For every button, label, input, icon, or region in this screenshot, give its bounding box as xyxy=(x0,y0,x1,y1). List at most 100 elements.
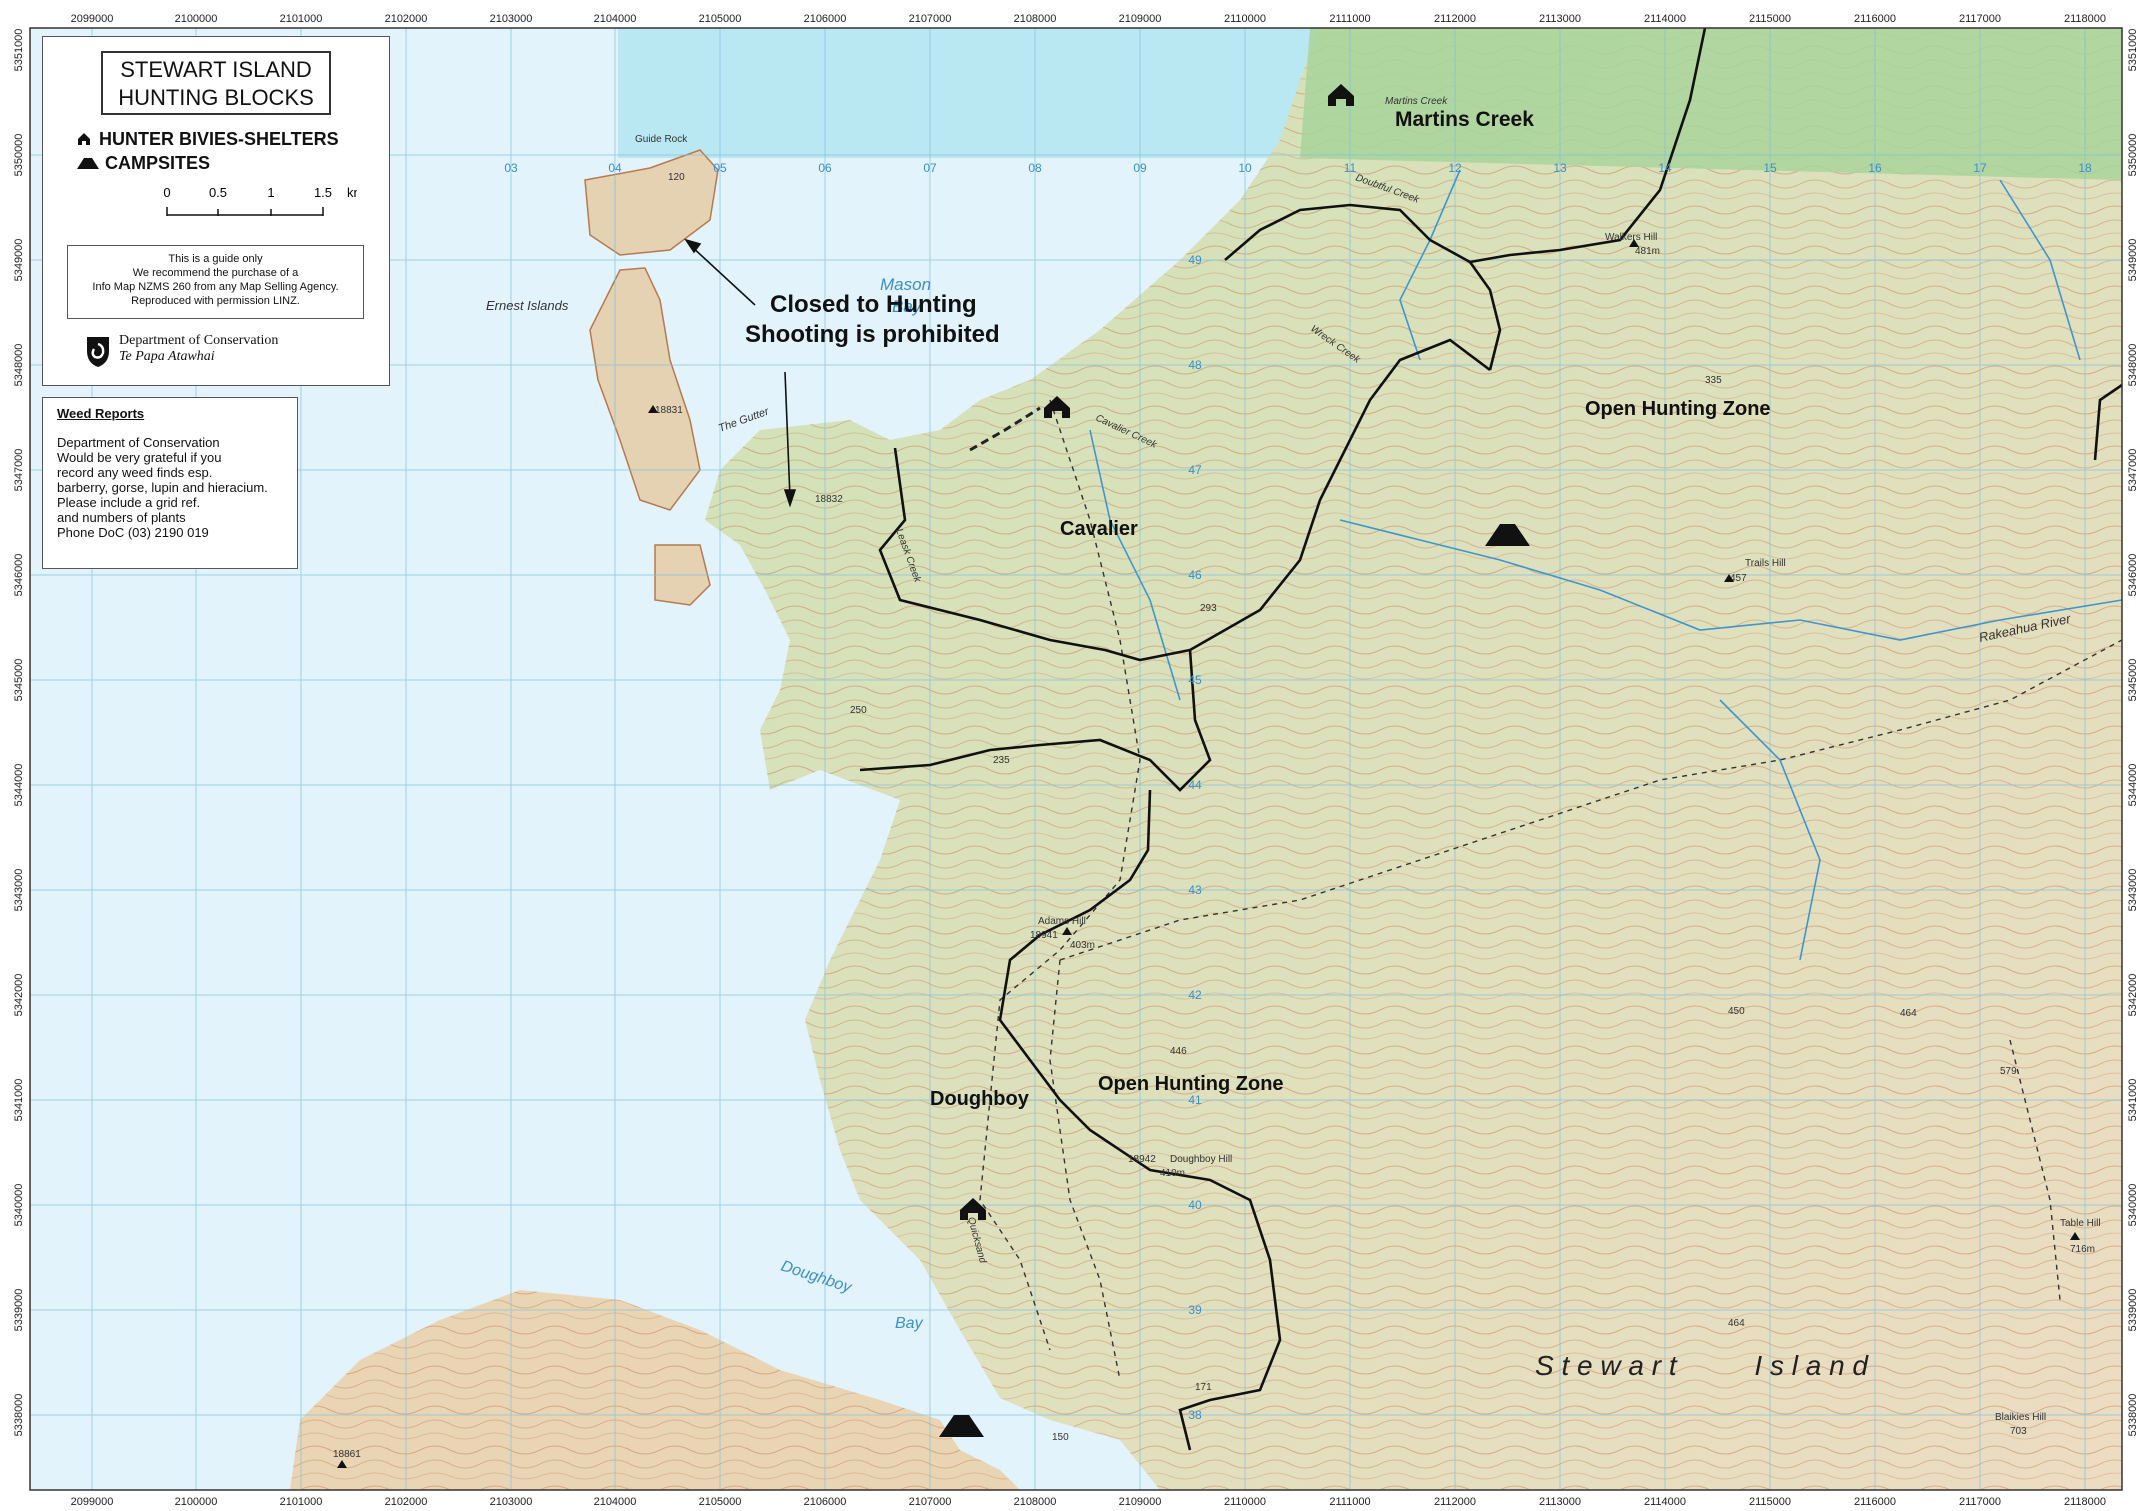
table-hill-label: Table Hill xyxy=(2060,1218,2101,1229)
grid-number: 05 xyxy=(713,161,727,175)
x-label: 2107000 xyxy=(909,13,952,25)
weed-reports-panel: Weed Reports Department of Conservation … xyxy=(42,397,298,569)
guide-line: We recommend the purchase of a xyxy=(132,267,299,279)
x-label: 2104000 xyxy=(594,13,637,25)
doc-maori: Te Papa Atawhai xyxy=(119,349,215,364)
x-label: 2100000 xyxy=(175,1496,218,1508)
y-label: 5340000 xyxy=(13,1184,25,1227)
x-label: 2108000 xyxy=(1014,13,1057,25)
spot-446: 446 xyxy=(1170,1046,1187,1057)
x-label: 2115000 xyxy=(1749,13,1791,25)
grid-number: 14 xyxy=(1658,161,1672,175)
map-title: STEWART ISLAND HUNTING BLOCKS xyxy=(101,51,331,115)
y-label: 5339000 xyxy=(13,1289,25,1332)
walkers-hill-label: Walkers Hill xyxy=(1605,232,1657,243)
block-martins-creek: Martins Creek xyxy=(1395,108,1534,131)
weed-line: record any weed finds esp. xyxy=(57,465,213,480)
grid-number: 49 xyxy=(1188,253,1202,267)
x-axis-bottom: 2099000 2100000 2101000 2102000 2103000 … xyxy=(71,1496,2106,1508)
block-open-zone-south: Open Hunting Zone xyxy=(1098,1073,1284,1095)
grid-number: 42 xyxy=(1188,988,1202,1002)
x-label: 2114000 xyxy=(1644,1496,1686,1508)
campsite-icon xyxy=(77,158,99,169)
y-label: 5341000 xyxy=(2127,1079,2139,1122)
x-label: 2105000 xyxy=(699,13,742,25)
grid-number: 06 xyxy=(818,161,832,175)
x-label: 2115000 xyxy=(1749,1496,1791,1508)
y-label: 5338000 xyxy=(13,1394,25,1437)
grid-number: 41 xyxy=(1188,1093,1202,1107)
scale-bar: 0 0.5 1 1.5 km xyxy=(125,185,364,225)
x-label: 2110000 xyxy=(1224,1496,1266,1508)
blaikies-hill-height: 703 xyxy=(2010,1426,2027,1437)
x-label: 2100000 xyxy=(175,13,218,25)
map-title-line2: HUNTING BLOCKS xyxy=(118,85,314,110)
guide-line: This is a guide only xyxy=(168,253,263,265)
x-label: 2117000 xyxy=(1959,13,2001,25)
grid-number: 04 xyxy=(608,161,622,175)
guide-notice: This is a guide only We recommend the pu… xyxy=(67,245,364,319)
hut-icon xyxy=(78,133,90,145)
table-hill-height: 716m xyxy=(2070,1244,2095,1255)
spot-450: 450 xyxy=(1728,1006,1745,1017)
notice-line-1: Closed to Hunting xyxy=(770,291,977,318)
grid-number: 44 xyxy=(1188,778,1202,792)
spot-250: 250 xyxy=(850,705,867,716)
x-label: 2118000 xyxy=(2064,13,2106,25)
x-label: 2116000 xyxy=(1854,13,1896,25)
grid-number: 16 xyxy=(1868,161,1882,175)
y-label: 5339000 xyxy=(2127,1289,2139,1332)
weed-line: Please include a grid ref. xyxy=(57,495,201,510)
weed-reports-title: Weed Reports xyxy=(57,406,145,421)
x-label: 2099000 xyxy=(71,13,114,25)
y-axis-left: 5351000 5350000 5349000 5348000 5347000 … xyxy=(13,29,25,1437)
x-label: 2111000 xyxy=(1329,1496,1370,1508)
spot-171: 171 xyxy=(1195,1382,1212,1393)
x-label: 2113000 xyxy=(1539,1496,1581,1508)
grid-number: 17 xyxy=(1973,161,1987,175)
y-label: 5344000 xyxy=(2127,764,2139,807)
x-label: 2113000 xyxy=(1539,13,1581,25)
scale-tick-label: 0 xyxy=(163,185,170,200)
legend-bivies: HUNTER BIVIES-SHELTERS xyxy=(77,129,339,150)
y-label: 5348000 xyxy=(2127,344,2139,387)
spot-235: 235 xyxy=(993,755,1010,766)
grid-number: 38 xyxy=(1188,1408,1202,1422)
spot-293: 293 xyxy=(1200,603,1217,614)
y-label: 5344000 xyxy=(13,764,25,807)
grid-number: 18 xyxy=(2078,161,2092,175)
x-label: 2101000 xyxy=(280,1496,323,1508)
spot-150: 150 xyxy=(1052,1432,1069,1443)
scale-bar-graphic: 0 0.5 1 1.5 km xyxy=(163,185,364,216)
block-open-zone-north: Open Hunting Zone xyxy=(1585,398,1771,420)
grid-number: 39 xyxy=(1188,1303,1202,1317)
doughboy-bay-label-2: Bay xyxy=(895,1315,924,1332)
x-label: 2110000 xyxy=(1224,13,1266,25)
y-label: 5350000 xyxy=(2127,134,2139,177)
legend-bivies-label: HUNTER BIVIES-SHELTERS xyxy=(99,129,339,149)
y-label: 5349000 xyxy=(13,239,25,282)
block-cavalier: Cavalier xyxy=(1060,518,1138,540)
island-name: S t e w a r t I s l a n d xyxy=(1535,1350,1869,1381)
notice-line-2: Shooting is prohibited xyxy=(745,321,1000,348)
adams-hill-label: Adams Hill xyxy=(1038,916,1086,927)
scale-tick-label: 1 xyxy=(267,185,274,200)
trig-18861: 18861 xyxy=(333,1449,361,1460)
spot-464b: 464 xyxy=(1728,1318,1745,1329)
guide-rock-label: Guide Rock xyxy=(635,134,688,145)
x-axis-top: 2099000 2100000 2101000 2102000 2103000 … xyxy=(71,13,2106,25)
sea-shallow xyxy=(618,28,1358,158)
y-label: 5342000 xyxy=(13,974,25,1017)
x-label: 2112000 xyxy=(1434,1496,1476,1508)
trails-hill-height: 457 xyxy=(1730,573,1747,584)
grid-number: 48 xyxy=(1188,358,1202,372)
walkers-hill-height: 481m xyxy=(1635,246,1660,257)
grid-number: 47 xyxy=(1188,463,1202,477)
block-doughboy: Doughboy xyxy=(930,1088,1030,1110)
x-label: 2116000 xyxy=(1854,1496,1896,1508)
doc-logo-icon xyxy=(87,337,109,367)
weed-line: Phone DoC (03) 2190 019 xyxy=(57,525,209,540)
trig-18832: 18832 xyxy=(815,494,843,505)
grid-number: 40 xyxy=(1188,1198,1202,1212)
scale-tick-label: 1.5 xyxy=(314,185,332,200)
